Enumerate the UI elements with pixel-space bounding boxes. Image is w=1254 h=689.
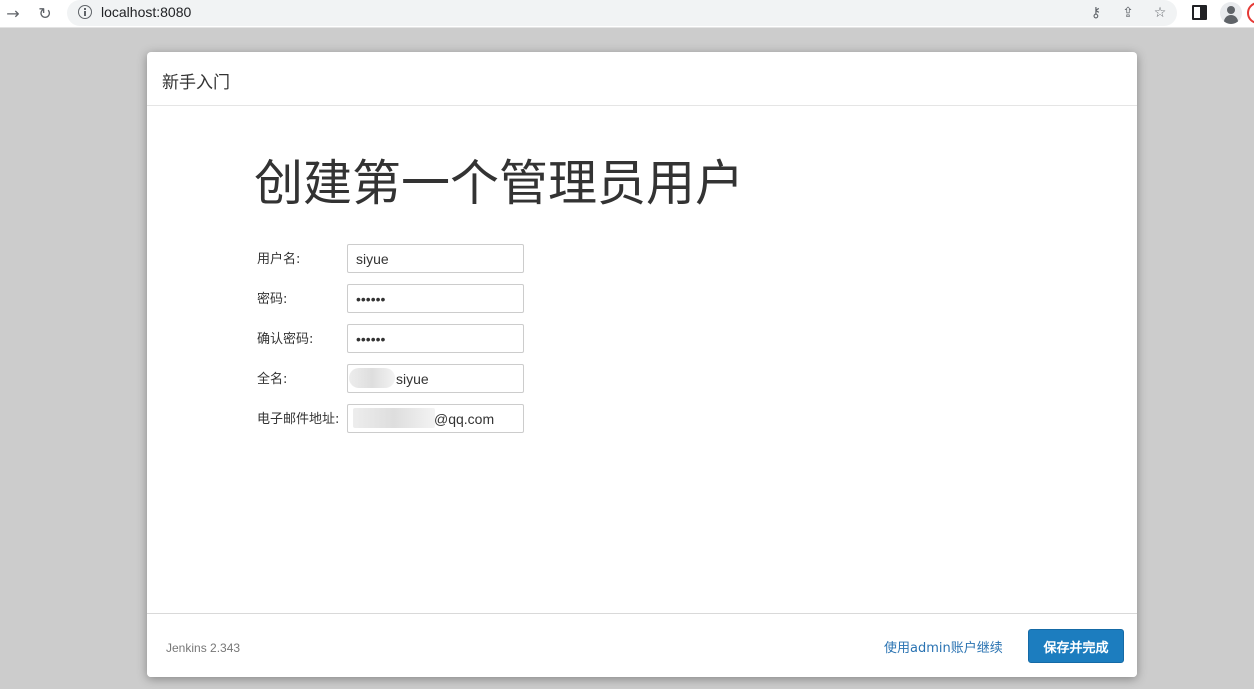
side-panel-icon[interactable] (1192, 5, 1207, 20)
dialog-header: 新手入门 (147, 52, 1137, 106)
key-icon[interactable]: ⚷ (1086, 3, 1106, 23)
dialog-body: 创建第一个管理员用户 用户名: 密码: 确认密码: 全名: 电子邮件地址: (147, 106, 1137, 613)
share-icon[interactable]: ⇪ (1118, 3, 1138, 23)
address-bar[interactable]: localhost:8080 ⚷ ⇪ ☆ (67, 0, 1177, 26)
form-row-confirm-password: 确认密码: (257, 324, 857, 354)
url-text[interactable]: localhost:8080 (101, 4, 191, 20)
setup-wizard-dialog: 新手入门 创建第一个管理员用户 用户名: 密码: 确认密码: 全名: 电子邮件地… (147, 52, 1137, 677)
email-input[interactable] (347, 404, 524, 433)
reload-icon[interactable]: ↻ (34, 3, 56, 25)
password-input[interactable] (347, 284, 524, 313)
confirm-password-label: 确认密码: (257, 332, 314, 347)
extension-icon[interactable] (1247, 2, 1254, 24)
confirm-password-input[interactable] (347, 324, 524, 353)
dialog-title: 新手入门 (162, 73, 230, 93)
forward-arrow-icon[interactable]: → (2, 3, 24, 25)
username-label: 用户名: (257, 252, 301, 267)
form-row-fullname: 全名: (257, 364, 857, 394)
avatar-head (1227, 6, 1235, 14)
browser-toolbar: → ↻ localhost:8080 ⚷ ⇪ ☆ (0, 0, 1254, 28)
username-input[interactable] (347, 244, 524, 273)
star-icon[interactable]: ☆ (1150, 3, 1170, 23)
version-label: Jenkins 2.343 (166, 641, 241, 655)
fullname-input[interactable] (347, 364, 524, 393)
email-label: 电子邮件地址: (257, 412, 340, 427)
form-row-email: 电子邮件地址: (257, 404, 857, 434)
form-row-username: 用户名: (257, 244, 857, 274)
fullname-label: 全名: (257, 372, 288, 387)
password-label: 密码: (257, 292, 288, 307)
page-title: 创建第一个管理员用户 (254, 155, 745, 212)
info-icon[interactable] (78, 5, 92, 19)
continue-as-admin-link[interactable]: 使用admin账户继续 (884, 637, 1003, 656)
form-row-password: 密码: (257, 284, 857, 314)
avatar-body (1224, 15, 1238, 24)
dialog-footer: Jenkins 2.343 使用admin账户继续 保存并完成 (147, 613, 1137, 677)
avatar[interactable] (1220, 2, 1242, 24)
save-and-finish-button[interactable]: 保存并完成 (1028, 629, 1124, 663)
